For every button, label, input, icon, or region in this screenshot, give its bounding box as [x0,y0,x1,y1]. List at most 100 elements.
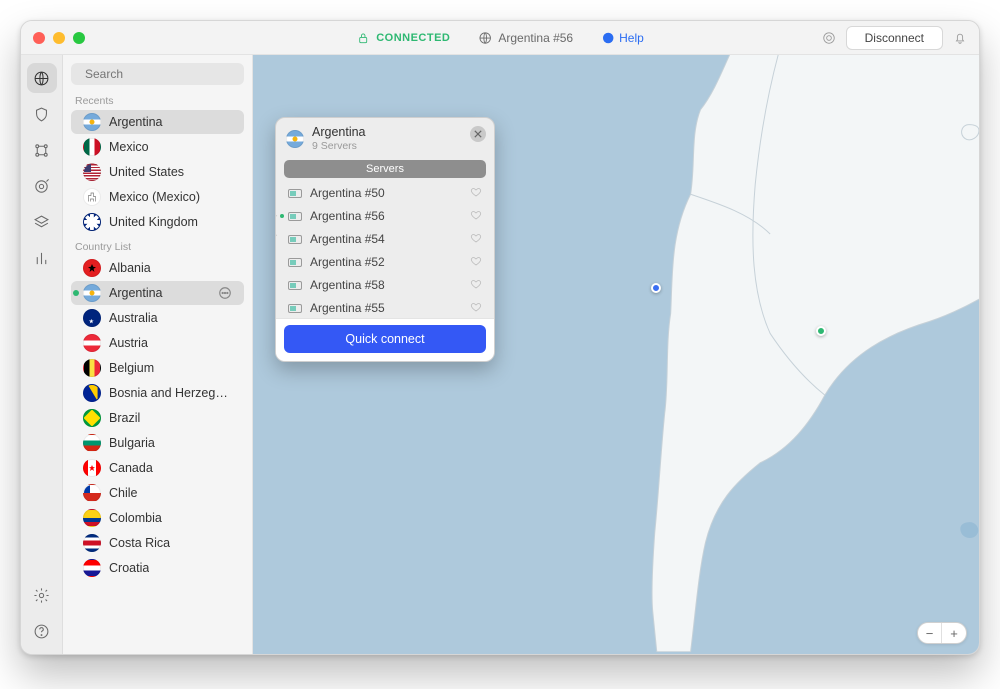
countries-item-belgium[interactable]: Belgium [71,356,244,380]
row-label: Bosnia and Herzeg… [109,386,228,400]
server-name: Argentina #58 [310,278,385,292]
help-link[interactable]: ? Help [601,31,644,45]
countries-item-canada[interactable]: Canada [71,456,244,480]
close-icon [474,130,482,138]
favorite-icon[interactable] [470,301,482,316]
nav-settings[interactable] [27,580,57,610]
nav-layers[interactable] [27,207,57,237]
flag-icon [83,534,101,552]
countries-item-bosnia-and-herzeg-[interactable]: Bosnia and Herzeg… [71,381,244,405]
row-label: Argentina [109,115,163,129]
window-controls [33,32,85,44]
server-row[interactable]: Argentina #52 [276,251,494,274]
flag-icon [83,113,101,131]
nav-mesh[interactable] [27,135,57,165]
server-row[interactable]: Argentina #50 [276,182,494,205]
connected-dot-icon [73,290,79,296]
close-window-button[interactable] [33,32,45,44]
nav-globe[interactable] [27,63,57,93]
row-label: Costa Rica [109,536,170,550]
countries-item-albania[interactable]: Albania [71,256,244,280]
titlebar: CONNECTED Argentina #56 ? Help Disconnec… [21,21,979,55]
favorite-icon[interactable] [470,209,482,224]
popover-server-list: Argentina #50 Argentina #56 Argentina #54 A… [276,182,494,318]
recents-item-mexico-mexico-[interactable]: Mexico (Mexico) [71,185,244,209]
favorite-icon[interactable] [470,278,482,293]
quick-connect-button[interactable]: Quick connect [284,325,486,353]
titlebar-center: CONNECTED Argentina #56 ? Help [356,31,644,45]
countries-item-chile[interactable]: Chile [71,481,244,505]
alert-icon[interactable] [822,31,836,45]
countries-item-colombia[interactable]: Colombia [71,506,244,530]
nav-target[interactable] [27,171,57,201]
help-icon: ? [601,31,615,45]
favorite-icon[interactable] [470,186,482,201]
flag-icon [83,409,101,427]
disconnect-button[interactable]: Disconnect [846,26,943,50]
flag-icon [83,334,101,352]
popover-close-button[interactable] [470,126,486,142]
server-name: Argentina #56 [310,209,385,223]
lock-icon [356,31,370,45]
recents-item-united-states[interactable]: United States [71,160,244,184]
nav-rail [21,55,63,654]
server-row[interactable]: Argentina #54 [276,228,494,251]
countries-item-bulgaria[interactable]: Bulgaria [71,431,244,455]
nav-shield[interactable] [27,99,57,129]
flag-icon [83,213,101,231]
notifications-icon[interactable] [953,31,967,45]
server-name: Argentina #50 [310,186,385,200]
countries-item-brazil[interactable]: Brazil [71,406,244,430]
load-icon [288,212,302,221]
search-field[interactable] [71,63,244,85]
section-recents: Recents [63,89,252,109]
row-label: Chile [109,486,138,500]
row-label: Bulgaria [109,436,155,450]
more-icon[interactable] [218,286,232,300]
sidebar-scroll[interactable]: Recents Argentina Mexico United States Mexi… [63,89,252,654]
zoom-controls: − + [917,622,967,644]
recents-item-argentina[interactable]: Argentina [71,110,244,134]
favorite-icon[interactable] [470,232,482,247]
favorite-icon[interactable] [470,255,482,270]
recents-item-mexico[interactable]: Mexico [71,135,244,159]
row-label: United States [109,165,184,179]
countries-item-australia[interactable]: Australia [71,306,244,330]
flag-icon [83,509,101,527]
server-row[interactable]: Argentina #55 [276,297,494,318]
current-server[interactable]: Argentina #56 [478,31,573,45]
maximize-window-button[interactable] [73,32,85,44]
countries-item-argentina[interactable]: Argentina [71,281,244,305]
section-countries: Country List [63,235,252,255]
map-pin-buenosaires[interactable] [816,326,826,336]
server-name: Argentina #54 [310,232,385,246]
popover-tab-servers[interactable]: Servers [284,160,486,178]
flag-icon [83,259,101,277]
server-row[interactable]: Argentina #58 [276,274,494,297]
countries-item-austria[interactable]: Austria [71,331,244,355]
popover-flag-icon [286,130,304,148]
countries-item-croatia[interactable]: Croatia [71,556,244,580]
load-icon [288,258,302,267]
nav-stats[interactable] [27,243,57,273]
flag-icon [83,284,101,302]
flag-icon [83,384,101,402]
recents-item-united-kingdom[interactable]: United Kingdom [71,210,244,234]
row-label: Belgium [109,361,154,375]
row-label: Croatia [109,561,149,575]
nav-help[interactable] [27,616,57,646]
zoom-out-button[interactable]: − [918,623,942,643]
zoom-in-button[interactable]: + [942,623,966,643]
server-row[interactable]: Argentina #56 [276,205,494,228]
connection-status: CONNECTED [356,31,450,45]
app-window: CONNECTED Argentina #56 ? Help Disconnec… [20,20,980,655]
popover-title: Argentina [312,126,366,140]
server-name: Argentina #52 [310,255,385,269]
svg-text:?: ? [606,35,610,42]
map-pin-santiago[interactable] [651,283,661,293]
help-label: Help [619,31,644,45]
row-label: Mexico (Mexico) [109,190,200,204]
countries-item-costa-rica[interactable]: Costa Rica [71,531,244,555]
search-input[interactable] [85,67,240,81]
minimize-window-button[interactable] [53,32,65,44]
